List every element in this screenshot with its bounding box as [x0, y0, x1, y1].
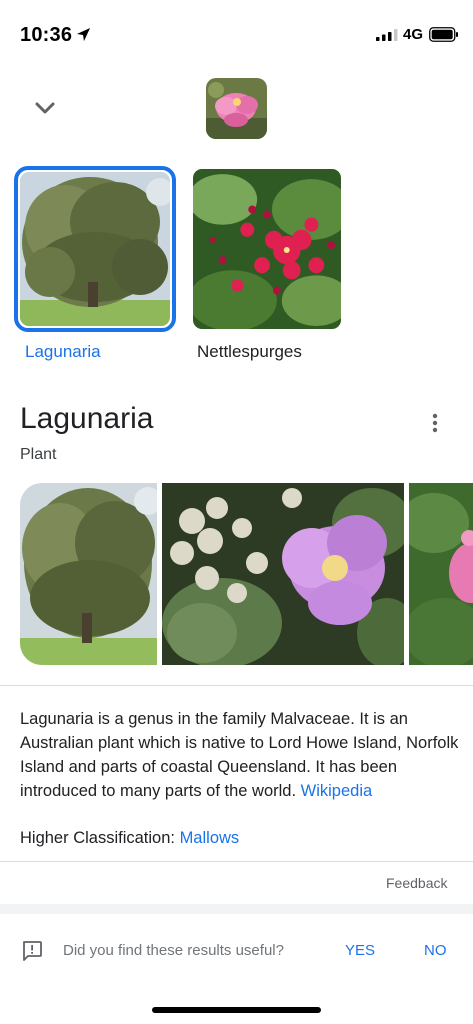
result-label-nettlespurges[interactable]: Nettlespurges	[197, 342, 302, 362]
signal-icon	[376, 29, 398, 41]
gallery-image-flower[interactable]	[162, 483, 404, 665]
feedback-link[interactable]: Feedback	[386, 875, 447, 891]
classification-link[interactable]: Mallows	[180, 829, 240, 847]
lagunaria-tree-image	[20, 172, 170, 326]
result-card-nettlespurges[interactable]	[190, 166, 344, 332]
entity-title: Lagunaria	[20, 402, 154, 435]
gallery-image-partial[interactable]	[409, 483, 473, 665]
status-time: 10:36	[20, 24, 73, 46]
divider	[0, 861, 473, 862]
classification-label: Higher Classification:	[20, 829, 180, 847]
higher-classification: Higher Classification: Mallows	[20, 829, 239, 848]
home-indicator[interactable]	[152, 1007, 321, 1013]
more-vert-icon[interactable]	[424, 410, 446, 436]
query-image-thumbnail[interactable]	[206, 78, 267, 139]
network-type: 4G	[403, 26, 424, 43]
feedback-question: Did you find these results useful?	[63, 942, 284, 959]
section-separator	[0, 904, 473, 914]
description-text: Lagunaria is a genus in the family Malva…	[20, 710, 459, 800]
feedback-icon	[23, 941, 42, 961]
location-arrow-icon	[76, 27, 91, 42]
result-card-lagunaria[interactable]	[14, 166, 176, 332]
chevron-down-icon[interactable]	[30, 95, 60, 121]
image-gallery[interactable]	[20, 483, 473, 665]
divider	[0, 685, 473, 686]
feedback-no-button[interactable]: NO	[424, 942, 447, 959]
battery-icon	[429, 27, 458, 42]
feedback-yes-button[interactable]: YES	[345, 942, 375, 959]
nettlespurges-flower-image	[193, 169, 341, 329]
gallery-image-tree[interactable]	[20, 483, 157, 665]
result-label-lagunaria[interactable]: Lagunaria	[25, 342, 101, 362]
entity-subtitle: Plant	[20, 446, 57, 463]
wikipedia-link[interactable]: Wikipedia	[301, 782, 373, 800]
entity-description: Lagunaria is a genus in the family Malva…	[20, 707, 460, 803]
